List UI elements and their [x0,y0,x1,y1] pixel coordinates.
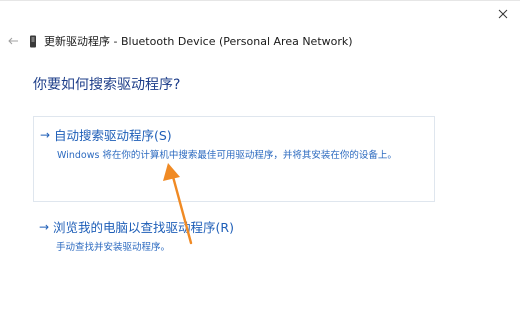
back-button[interactable] [6,34,20,48]
right-arrow-icon: → [40,127,51,142]
dialog-title: 更新驱动程序 - Bluetooth Device (Personal Area… [44,35,353,48]
browse-computer-option[interactable]: → 浏览我的电脑以查找驱动程序(R) 手动查找并安装驱动程序。 [33,213,435,254]
back-arrow-icon [8,37,18,45]
device-icon [28,34,38,48]
close-button[interactable] [494,5,512,23]
right-arrow-icon: → [39,219,50,234]
dialog-header: 更新驱动程序 - Bluetooth Device (Personal Area… [6,31,353,51]
update-driver-dialog: 更新驱动程序 - Bluetooth Device (Personal Area… [0,0,520,336]
auto-search-option[interactable]: → 自动搜索驱动程序(S) Windows 将在你的计算机中搜索最佳可用驱动程序… [33,116,435,202]
annotation-arrow-icon [163,163,193,245]
question-heading: 你要如何搜索驱动程序? [33,77,181,93]
option-title: 浏览我的电脑以查找驱动程序(R) [53,220,234,235]
option-description: Windows 将在你的计算机中搜索最佳可用驱动程序，并将其安装在你的设备上。 [57,150,397,161]
option-description: 手动查找并安装驱动程序。 [56,242,171,253]
close-icon [498,9,508,19]
option-title: 自动搜索驱动程序(S) [54,128,172,143]
